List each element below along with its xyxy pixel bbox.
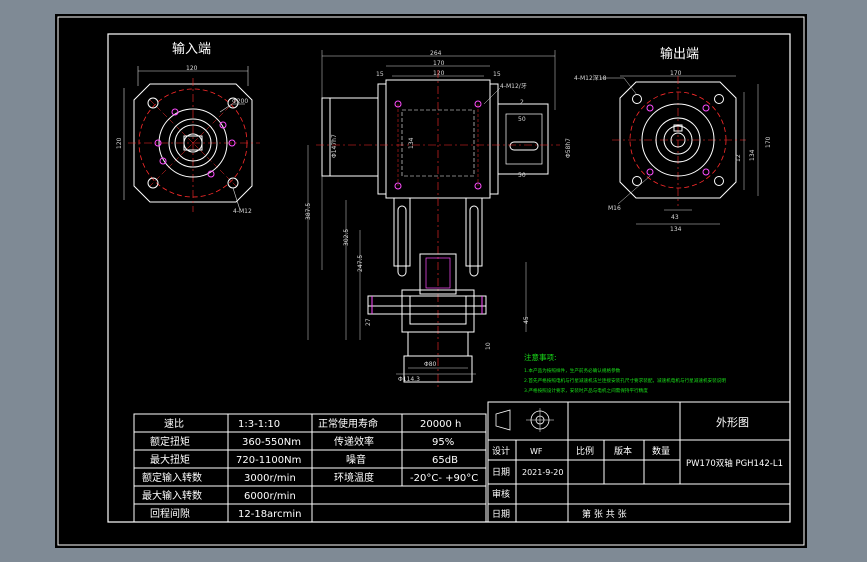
spec-cell-4-1: 6000r/min — [244, 491, 296, 502]
scale-label: 比例 — [576, 445, 594, 457]
date-value: 2021-9-20 — [522, 468, 563, 477]
spec-cell-3-1: 3000r/min — [244, 473, 296, 484]
output-dim-m16: M16 — [608, 205, 621, 212]
input-dim-120-top: 120 — [186, 65, 198, 72]
spec-cell-2-2: 噪音 — [346, 453, 366, 466]
spec-cell-1-0: 额定扭矩 — [150, 435, 190, 448]
output-holes-label: 4-M12深18 — [574, 74, 607, 82]
spec-cell-4-0: 最大输入转数 — [142, 489, 202, 502]
drawing-name: 外形图 — [716, 416, 749, 429]
spec-cell-2-0: 最大扭矩 — [150, 453, 190, 466]
input-dim-120-left: 120 — [116, 137, 123, 149]
note-line-3: 3.严格按照设计要求，安装时产品与电机之间需保持平行精度 — [524, 387, 648, 394]
spec-cell-5-1: 12-18arcmin — [238, 509, 301, 520]
front-dim-134: 134 — [408, 137, 415, 149]
sheet-text: 第 张 共 张 — [582, 508, 627, 520]
front-dim-dia114: Φ114.3 — [398, 376, 420, 383]
spec-cell-0-2: 正常使用寿命 — [318, 417, 378, 430]
input-dim-dia200: Φ200 — [232, 98, 248, 105]
quantity-label: 数量 — [652, 445, 670, 457]
review-label: 审核 — [492, 488, 510, 500]
version-label: 版本 — [614, 445, 632, 457]
output-dim-12: 12 — [735, 154, 742, 162]
front-dim-387: 387.5 — [305, 203, 312, 220]
front-dim-302: 302.5 — [343, 229, 350, 246]
front-dim-50a: 50 — [518, 116, 526, 123]
front-dim-dia58: Φ58h7 — [565, 138, 572, 158]
input-holes-label: 4-M12 — [233, 208, 252, 215]
front-dim-50b: 50 — [518, 172, 526, 179]
front-dim-10: 10 — [485, 342, 492, 350]
spec-cell-3-2: 环境温度 — [334, 471, 374, 484]
front-dim-2: 2 — [520, 99, 524, 106]
spec-cell-0-1: 1:3-1:10 — [238, 419, 280, 430]
design-label: 设计 — [492, 445, 510, 457]
front-dim-264: 264 — [430, 50, 442, 57]
front-dim-170: 170 — [433, 60, 445, 67]
output-dim-43: 43 — [671, 214, 679, 221]
front-dim-27: 27 — [365, 318, 372, 326]
output-dim-134-side: 134 — [749, 149, 756, 161]
spec-cell-0-0: 速比 — [164, 418, 184, 430]
spec-cell-1-3: 95% — [432, 437, 454, 448]
front-dim-dia147: Φ147h7 — [331, 134, 338, 158]
spec-cell-1-2: 传递效率 — [334, 435, 374, 448]
spec-cell-5-0: 回程间隙 — [150, 507, 190, 520]
front-dim-thread: 4-M12/牙 — [500, 83, 527, 90]
output-dim-170: 170 — [670, 70, 682, 77]
model-name: PW170双轴 PGH142-L1 — [686, 458, 783, 469]
date-label-2: 日期 — [492, 509, 510, 520]
output-view-title: 输出端 — [660, 46, 699, 62]
designer-name: WF — [530, 447, 543, 456]
notes-title: 注意事项: — [524, 352, 557, 362]
front-dim-15b: 15 — [493, 71, 501, 78]
spec-cell-3-3: -20°C- +90°C — [410, 473, 478, 484]
spec-cell-0-3: 20000 h — [420, 419, 461, 430]
input-view-title: 输入端 — [172, 41, 211, 57]
front-dim-120: 120 — [433, 70, 445, 77]
note-line-1: 1.本产品为按照样件，生产前务必确认规格参数 — [524, 367, 621, 374]
spec-cell-2-1: 720-1100Nm — [236, 455, 301, 466]
output-dim-134-bot: 134 — [670, 226, 682, 233]
note-line-2: 2.首先严格按照电机与行星减速机法兰连接安装孔尺寸要求装配，减速机电机与行星减速… — [524, 377, 726, 384]
spec-cell-2-3: 65dB — [432, 455, 458, 466]
front-dim-247: 247.5 — [357, 255, 364, 272]
front-dim-dia80: Φ80 — [424, 361, 437, 368]
cad-drawing-canvas: 输入端 120 120 Φ200 4-M12 264 170 120 15 15… — [55, 14, 807, 548]
spec-cell-1-1: 360-550Nm — [242, 437, 301, 448]
date-label: 日期 — [492, 467, 510, 478]
spec-cell-3-0: 额定输入转数 — [142, 471, 202, 484]
front-dim-45: 45 — [523, 316, 530, 324]
front-dim-15a: 15 — [376, 71, 384, 78]
output-dim-170-side: 170 — [765, 136, 772, 148]
